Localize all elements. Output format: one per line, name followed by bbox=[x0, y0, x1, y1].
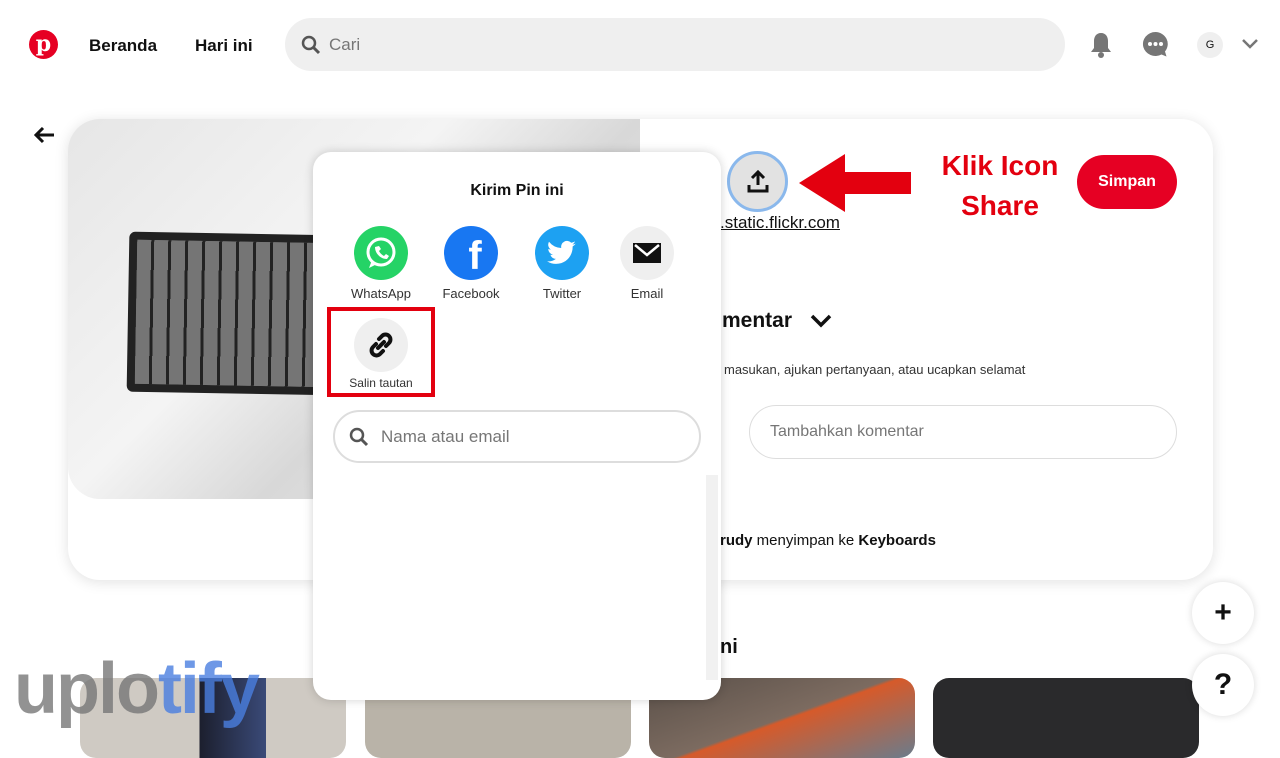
bell-icon[interactable] bbox=[1089, 31, 1113, 59]
watermark: uplotify bbox=[14, 648, 260, 730]
annotation-text: Klik Icon Share bbox=[930, 146, 1070, 226]
save-button[interactable]: Simpan bbox=[1077, 155, 1177, 209]
back-arrow-icon[interactable] bbox=[33, 126, 55, 144]
annotation-line1: Klik Icon bbox=[941, 150, 1059, 181]
annotation-line2: Share bbox=[961, 190, 1039, 221]
saved-by: rudy menyimpan ke Keyboards bbox=[720, 532, 936, 549]
comment-input[interactable]: Tambahkan komentar bbox=[749, 405, 1177, 459]
saved-board[interactable]: Keyboards bbox=[858, 532, 936, 549]
email-icon bbox=[633, 243, 661, 263]
share-title: Kirim Pin ini bbox=[470, 182, 564, 199]
whatsapp-label: WhatsApp bbox=[351, 286, 411, 301]
share-recipient-input[interactable]: Nama atau email bbox=[333, 410, 701, 463]
help-button[interactable]: ? bbox=[1192, 654, 1254, 716]
nav-home[interactable]: Beranda bbox=[89, 36, 157, 56]
search-placeholder: Cari bbox=[329, 34, 361, 54]
share-twitter-button[interactable] bbox=[535, 226, 589, 280]
email-label: Email bbox=[630, 286, 664, 301]
more-heading: ni bbox=[720, 636, 738, 658]
share-popup: Kirim Pin ini WhatsApp f Facebook Twitte… bbox=[313, 152, 721, 700]
share-button[interactable] bbox=[727, 151, 788, 212]
share-recipient-placeholder: Nama atau email bbox=[381, 426, 510, 446]
saved-by-user[interactable]: rudy bbox=[720, 532, 753, 549]
watermark-part1: uplo bbox=[14, 649, 160, 729]
share-email-button[interactable] bbox=[620, 226, 674, 280]
facebook-icon: f bbox=[468, 234, 482, 278]
chevron-down-icon bbox=[810, 314, 832, 328]
copy-link-button[interactable] bbox=[354, 318, 408, 372]
comments-heading-text: mentar bbox=[722, 309, 793, 332]
watermark-part2: tify bbox=[157, 649, 260, 729]
annotation-arrow bbox=[799, 154, 911, 212]
search-input[interactable]: Cari bbox=[285, 18, 1065, 71]
facebook-label: Facebook bbox=[442, 286, 500, 301]
popup-scrollbar[interactable] bbox=[706, 475, 718, 680]
saved-by-text: menyimpan ke bbox=[752, 532, 859, 549]
pinterest-logo[interactable]: p bbox=[29, 30, 58, 59]
avatar[interactable]: G bbox=[1197, 32, 1223, 58]
twitter-icon bbox=[547, 240, 576, 264]
chevron-down-icon[interactable] bbox=[1242, 39, 1258, 49]
add-button[interactable]: + bbox=[1192, 582, 1254, 644]
copy-link-label: Salin tautan bbox=[349, 376, 413, 390]
whatsapp-icon bbox=[366, 237, 396, 268]
nav-today[interactable]: Hari ini bbox=[195, 36, 253, 56]
comments-hint: masukan, ajukan pertanyaan, atau ucapkan… bbox=[724, 362, 1026, 377]
messages-icon[interactable] bbox=[1142, 31, 1169, 58]
comments-heading[interactable]: mentar bbox=[722, 309, 832, 333]
share-facebook-button[interactable]: f bbox=[444, 226, 498, 280]
link-icon bbox=[369, 332, 393, 358]
source-link[interactable]: .static.flickr.com bbox=[720, 213, 840, 233]
share-icon bbox=[747, 169, 768, 192]
search-icon bbox=[301, 35, 321, 54]
related-pin-4[interactable] bbox=[933, 678, 1199, 758]
twitter-label: Twitter bbox=[542, 286, 582, 301]
search-icon bbox=[349, 427, 369, 446]
share-whatsapp-button[interactable] bbox=[354, 226, 408, 280]
